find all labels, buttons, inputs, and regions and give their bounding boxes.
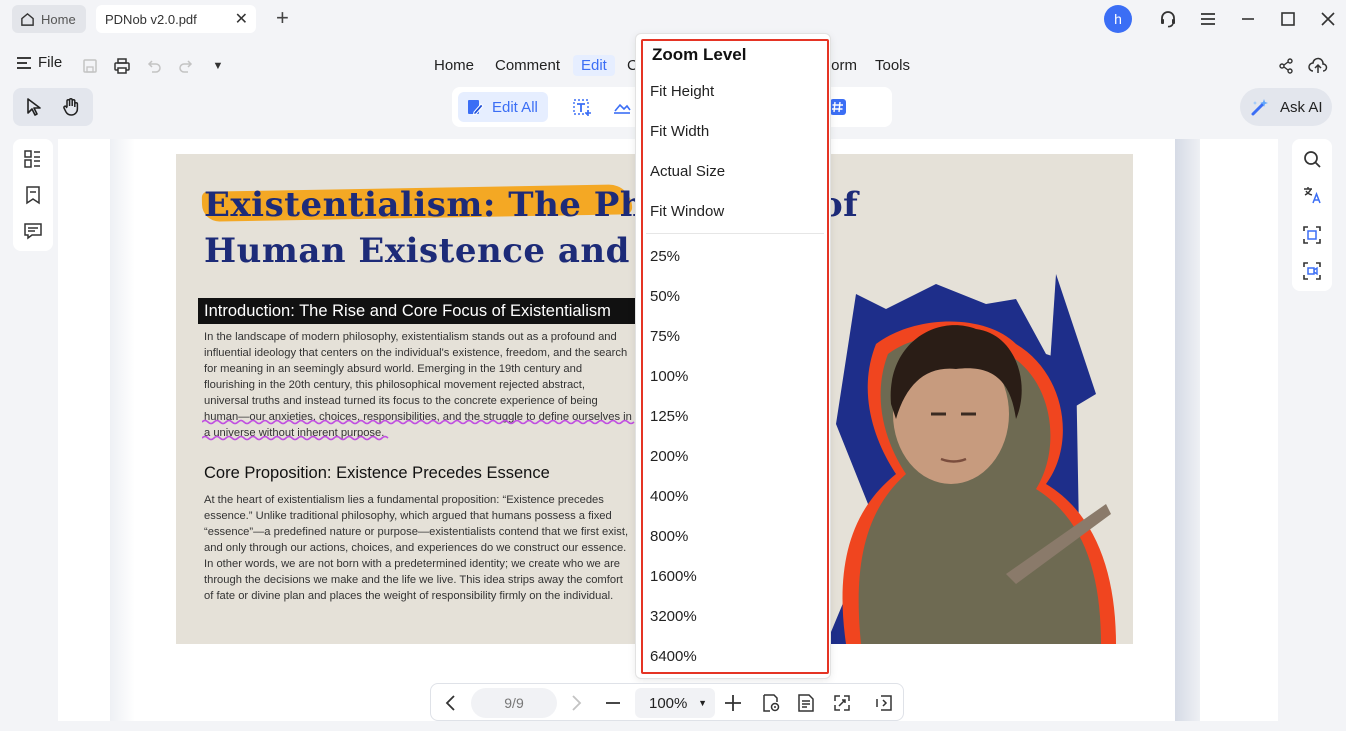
portrait-illustration bbox=[826, 274, 1116, 644]
translate-icon[interactable] bbox=[1302, 185, 1322, 205]
right-side-panel bbox=[1292, 139, 1332, 291]
menu-icon[interactable] bbox=[1197, 8, 1219, 30]
zoom-menu-divider bbox=[646, 233, 824, 234]
page-number-icon[interactable] bbox=[828, 97, 848, 117]
caret-down-icon: ▼ bbox=[698, 698, 707, 708]
zoom-in-icon[interactable] bbox=[722, 692, 744, 714]
zoom-fit-width[interactable]: Fit Width bbox=[650, 123, 709, 140]
tab-home-label: Home bbox=[41, 11, 76, 27]
menu-comment[interactable]: Comment bbox=[487, 55, 568, 76]
core-proposition-paragraph: At the heart of existentialism lies a fu… bbox=[204, 494, 629, 602]
page-layout-icon[interactable] bbox=[795, 692, 817, 714]
core-proposition-heading: Core Proposition: Existence Precedes Ess… bbox=[204, 464, 550, 482]
zoom-actual-size[interactable]: Actual Size bbox=[650, 163, 725, 180]
ocr-scan-icon[interactable] bbox=[1302, 225, 1322, 245]
tab-document-label: PDNob v2.0.pdf bbox=[105, 11, 197, 27]
add-image-icon[interactable] bbox=[612, 97, 632, 117]
ai-sparkle-icon bbox=[1251, 99, 1268, 116]
zoom-option[interactable]: 75% bbox=[650, 328, 680, 345]
page-navigation-bar: 100% ▼ bbox=[430, 683, 904, 721]
zoom-option[interactable]: 50% bbox=[650, 288, 680, 305]
intro-heading: Introduction: The Rise and Core Focus of… bbox=[198, 298, 638, 324]
menu-home[interactable]: Home bbox=[426, 55, 482, 76]
redo-icon[interactable] bbox=[176, 56, 196, 76]
tab-home[interactable]: Home bbox=[12, 5, 86, 33]
page-number-input[interactable] bbox=[471, 688, 557, 718]
share-icon[interactable] bbox=[1276, 56, 1296, 76]
file-menu-button[interactable]: File bbox=[16, 54, 62, 71]
zoom-option[interactable]: 400% bbox=[650, 488, 688, 505]
quick-access-dropdown-icon[interactable]: ▼ bbox=[208, 56, 228, 76]
search-icon[interactable] bbox=[1302, 149, 1322, 169]
underline-annotation bbox=[202, 419, 635, 425]
bookmark-icon[interactable] bbox=[23, 185, 43, 205]
add-text-icon[interactable] bbox=[572, 97, 592, 117]
menu-edit[interactable]: Edit bbox=[573, 55, 615, 76]
read-mode-icon[interactable] bbox=[760, 692, 782, 714]
collapse-panel-icon[interactable] bbox=[873, 692, 895, 714]
previous-page-icon[interactable] bbox=[440, 692, 462, 714]
avatar[interactable]: h bbox=[1104, 5, 1132, 33]
left-side-panel bbox=[13, 139, 53, 251]
hamburger-icon bbox=[17, 56, 31, 69]
minimize-icon[interactable] bbox=[1237, 8, 1259, 30]
zoom-option[interactable]: 100% bbox=[650, 368, 688, 385]
edit-all-label: Edit All bbox=[492, 98, 538, 116]
zoom-level-title: Zoom Level bbox=[652, 45, 747, 64]
zoom-option[interactable]: 200% bbox=[650, 448, 688, 465]
comments-panel-icon[interactable] bbox=[23, 221, 43, 241]
next-page-icon[interactable] bbox=[565, 692, 587, 714]
maximize-icon[interactable] bbox=[1277, 8, 1299, 30]
underline-annotation bbox=[202, 435, 389, 441]
zoom-option[interactable]: 6400% bbox=[650, 648, 697, 665]
close-tab-icon[interactable]: ✕ bbox=[235, 9, 248, 29]
select-cursor-icon[interactable] bbox=[25, 97, 45, 117]
zoom-option[interactable]: 3200% bbox=[650, 608, 697, 625]
zoom-option[interactable]: 125% bbox=[650, 408, 688, 425]
cloud-upload-icon[interactable] bbox=[1308, 56, 1328, 76]
print-icon[interactable] bbox=[112, 56, 132, 76]
zoom-option[interactable]: 25% bbox=[650, 248, 680, 265]
save-icon[interactable] bbox=[80, 56, 100, 76]
tab-document[interactable]: PDNob v2.0.pdf ✕ bbox=[96, 5, 256, 33]
fullscreen-icon[interactable] bbox=[831, 692, 853, 714]
select-tools-group bbox=[13, 88, 93, 126]
file-menu-label: File bbox=[38, 54, 63, 71]
edit-all-icon bbox=[468, 100, 484, 116]
zoom-option[interactable]: 800% bbox=[650, 528, 688, 545]
zoom-option[interactable]: 1600% bbox=[650, 568, 697, 585]
zoom-level-dropdown: Zoom Level Fit Height Fit Width Actual S… bbox=[635, 33, 831, 679]
thumbnails-icon[interactable] bbox=[23, 149, 43, 169]
menu-tools[interactable]: Tools bbox=[867, 55, 918, 76]
screen-capture-icon[interactable] bbox=[1302, 261, 1322, 281]
hand-tool-icon[interactable] bbox=[61, 97, 81, 117]
ask-ai-button[interactable]: Ask AI bbox=[1240, 88, 1332, 126]
edit-all-button[interactable]: Edit All bbox=[458, 92, 548, 122]
new-tab-icon[interactable]: + bbox=[276, 6, 289, 30]
zoom-level-value: 100% bbox=[649, 694, 688, 712]
zoom-out-icon[interactable] bbox=[602, 692, 624, 714]
zoom-level-select[interactable]: 100% ▼ bbox=[635, 688, 715, 718]
home-icon bbox=[21, 12, 34, 26]
ask-ai-label: Ask AI bbox=[1280, 98, 1323, 116]
close-window-icon[interactable] bbox=[1317, 8, 1339, 30]
zoom-fit-height[interactable]: Fit Height bbox=[650, 83, 714, 100]
headset-support-icon[interactable] bbox=[1157, 8, 1179, 30]
undo-icon[interactable] bbox=[144, 56, 164, 76]
zoom-fit-window[interactable]: Fit Window bbox=[650, 203, 724, 220]
